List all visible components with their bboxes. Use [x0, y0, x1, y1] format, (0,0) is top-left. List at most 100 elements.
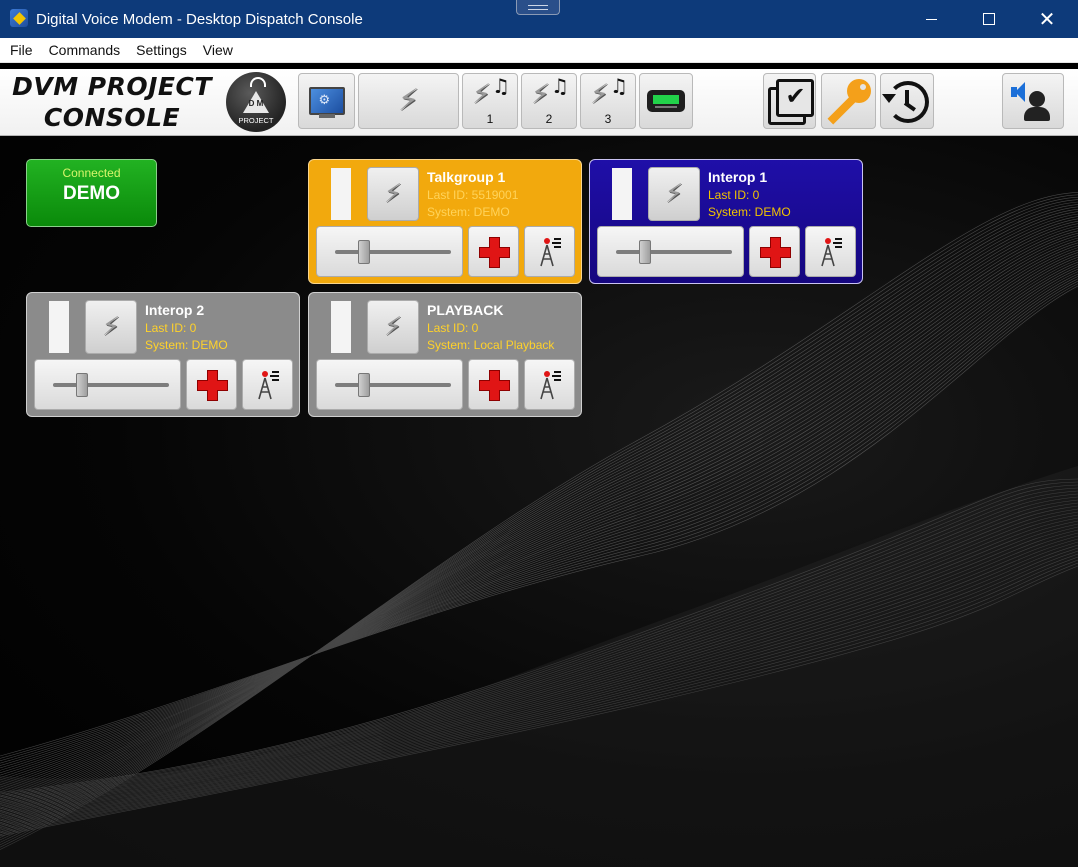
speaker-user-icon — [1011, 79, 1055, 123]
music-note-icon: ♫ — [610, 73, 628, 98]
global-ptt-button[interactable]: ⚡ — [358, 73, 459, 129]
lightning-icon: ⚡ — [383, 312, 403, 342]
volume-slider[interactable] — [316, 226, 463, 277]
channel-page-button[interactable] — [524, 226, 575, 277]
lightning-icon: ⚡ — [397, 83, 420, 118]
volume-slider-thumb[interactable] — [638, 240, 651, 264]
emergency-button[interactable] — [468, 359, 519, 410]
channel-last-id: Last ID: 0 — [145, 321, 197, 335]
connected-system-name: DEMO — [63, 183, 120, 204]
volume-slider-thumb[interactable] — [357, 373, 370, 397]
gear-icon: ⚙ — [318, 92, 331, 107]
history-icon — [882, 78, 930, 124]
channel-page-button[interactable] — [242, 359, 293, 410]
channel-page-button[interactable] — [805, 226, 856, 277]
close-button[interactable]: ✕ — [1024, 0, 1070, 38]
toolbar: DVM PROJECT CONSOLE D M PROJECT ⚙ ⚡ ⚡ ♫ … — [0, 69, 1078, 136]
close-icon: ✕ — [1038, 7, 1056, 31]
ptt-button[interactable]: ⚡ — [648, 167, 700, 221]
logo-text-top: D M — [248, 99, 264, 108]
lightning-icon: ⚡ — [472, 78, 491, 110]
lightning-tone-icon: ⚡ ♫ — [529, 74, 569, 112]
page-subscriber-button[interactable] — [639, 73, 693, 129]
lightning-icon: ⚡ — [590, 78, 609, 110]
radio-tower-icon — [540, 238, 561, 267]
channel-workspace: Connected DEMO ⚡ Talkgroup 1 Last ID: 55… — [0, 136, 1078, 867]
lightning-icon: ⚡ — [531, 78, 550, 110]
minimize-icon — [925, 18, 937, 20]
brand-line-2: CONSOLE — [43, 103, 181, 132]
volume-slider[interactable] — [597, 226, 744, 277]
channel-name: PLAYBACK — [427, 302, 504, 318]
menu-view[interactable]: View — [195, 38, 241, 62]
tone-2-label: 2 — [545, 111, 553, 126]
channel-activity-indicator — [331, 301, 351, 353]
channel-activity-indicator — [612, 168, 632, 220]
emergency-button[interactable] — [468, 226, 519, 277]
key-icon — [825, 77, 873, 125]
radio-tower-icon — [258, 371, 279, 400]
connection-status-box[interactable]: Connected DEMO — [26, 159, 157, 227]
ptt-button[interactable]: ⚡ — [85, 300, 137, 354]
brand-title: DVM PROJECT CONSOLE — [8, 71, 216, 133]
channel-name: Interop 2 — [145, 302, 205, 318]
select-all-icon: ✔ — [767, 79, 814, 125]
ptt-button[interactable]: ⚡ — [367, 300, 419, 354]
menu-settings[interactable]: Settings — [128, 38, 195, 62]
window-title: Digital Voice Modem - Desktop Dispatch C… — [36, 11, 363, 28]
emergency-button[interactable] — [749, 226, 800, 277]
channel-talkgroup-1: ⚡ Talkgroup 1 Last ID: 5519001 System: D… — [308, 159, 582, 284]
channel-interop-2: ⚡ Interop 2 Last ID: 0 System: DEMO — [26, 292, 300, 417]
volume-slider-thumb[interactable] — [75, 373, 88, 397]
channel-activity-indicator — [49, 301, 69, 353]
monitor-settings-icon: ⚙ — [308, 87, 345, 118]
brand-line-1: DVM PROJECT — [12, 72, 212, 101]
volume-slider-thumb[interactable] — [357, 240, 370, 264]
channel-system: System: DEMO — [145, 338, 228, 352]
logo-text-bottom: PROJECT — [238, 116, 274, 125]
menu-file[interactable]: File — [0, 38, 41, 62]
emergency-button[interactable] — [186, 359, 237, 410]
tone-3-button[interactable]: ⚡ ♫ 3 — [580, 73, 636, 129]
connection-status: Connected — [62, 166, 121, 180]
lightning-icon: ⚡ — [383, 179, 403, 209]
check-icon: ✔ — [785, 82, 806, 110]
snap-grip-handle[interactable] — [516, 0, 560, 15]
channel-interop-1: ⚡ Interop 1 Last ID: 0 System: DEMO — [589, 159, 863, 284]
app-icon — [10, 9, 28, 27]
channel-activity-indicator — [331, 168, 351, 220]
menu-commands[interactable]: Commands — [41, 38, 129, 62]
channel-system: System: DEMO — [708, 205, 791, 219]
ptt-button[interactable]: ⚡ — [367, 167, 419, 221]
channel-playback: ⚡ PLAYBACK Last ID: 0 System: Local Play… — [308, 292, 582, 417]
tone-2-button[interactable]: ⚡ ♫ 2 — [521, 73, 577, 129]
tone-1-button[interactable]: ⚡ ♫ 1 — [462, 73, 518, 129]
maximize-button[interactable] — [966, 0, 1012, 38]
lightning-icon: ⚡ — [664, 179, 684, 209]
lightning-tone-icon: ⚡ ♫ — [588, 74, 628, 112]
dvm-project-logo: D M PROJECT — [226, 72, 286, 132]
key-status-button[interactable] — [821, 73, 876, 129]
channel-page-button[interactable] — [524, 359, 575, 410]
signal-icon — [250, 77, 266, 87]
channel-name: Talkgroup 1 — [427, 169, 506, 185]
volume-slider[interactable] — [34, 359, 181, 410]
channel-last-id: Last ID: 0 — [427, 321, 479, 335]
minimize-button[interactable] — [908, 0, 954, 38]
lightning-tone-icon: ⚡ ♫ — [470, 74, 510, 112]
radio-tower-icon — [540, 371, 561, 400]
channel-system: System: DEMO — [427, 205, 510, 219]
audio-settings-button[interactable] — [1002, 73, 1064, 129]
select-all-button[interactable]: ✔ — [763, 73, 816, 129]
tone-1-label: 1 — [486, 111, 494, 126]
title-bar: Digital Voice Modem - Desktop Dispatch C… — [0, 0, 1078, 38]
tone-3-label: 3 — [604, 111, 612, 126]
radio-tower-icon — [821, 238, 842, 267]
music-note-icon: ♫ — [492, 73, 510, 98]
call-history-button[interactable] — [880, 73, 934, 129]
channel-last-id: Last ID: 5519001 — [427, 188, 519, 202]
settings-monitor-button[interactable]: ⚙ — [298, 73, 355, 129]
volume-slider[interactable] — [316, 359, 463, 410]
channel-system: System: Local Playback — [427, 338, 555, 352]
channel-name: Interop 1 — [708, 169, 768, 185]
